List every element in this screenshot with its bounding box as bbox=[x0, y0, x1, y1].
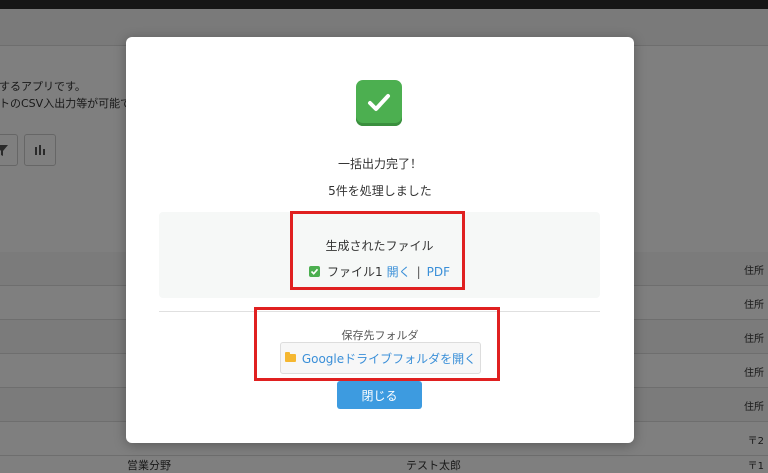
check-icon bbox=[356, 80, 402, 126]
highlight-generated-files bbox=[290, 211, 465, 290]
dialog-title: 一括出力完了！ bbox=[337, 157, 422, 171]
highlight-drive-folder bbox=[254, 307, 500, 381]
close-button[interactable]: 閉じる bbox=[337, 381, 422, 409]
dialog-subtitle: 5件を処理しました bbox=[328, 184, 432, 198]
